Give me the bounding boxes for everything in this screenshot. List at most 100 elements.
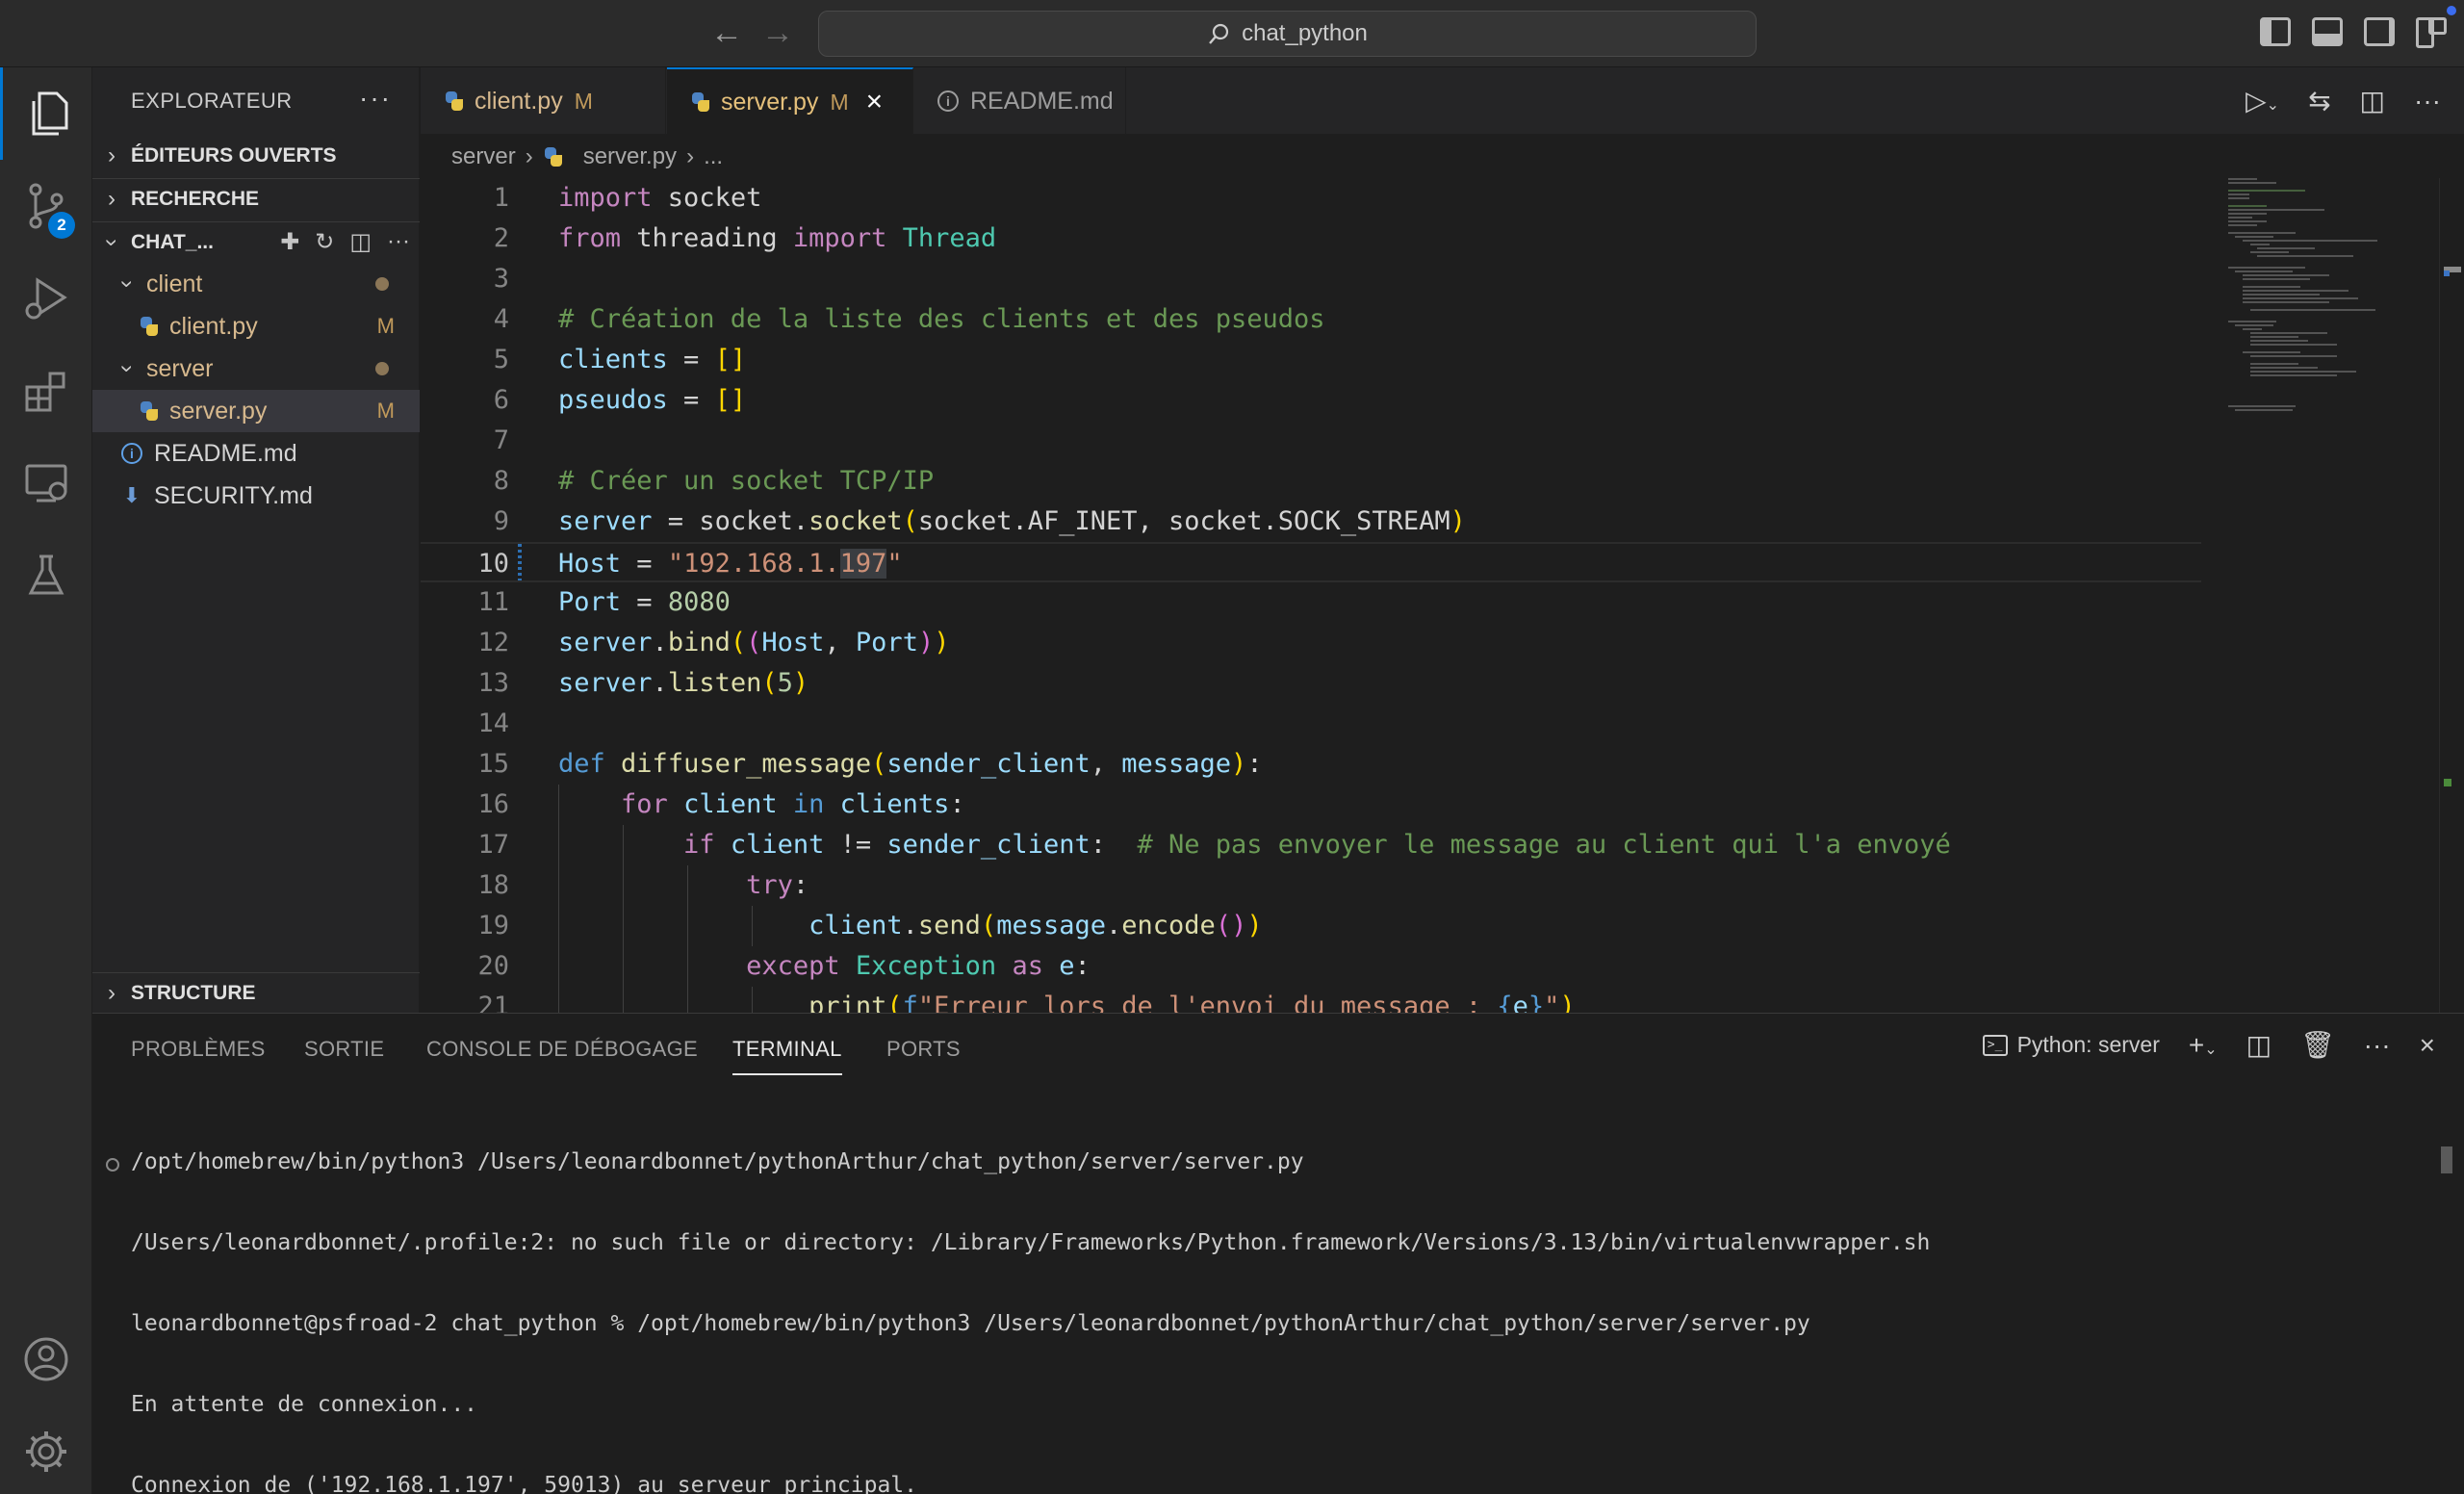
- more-actions-icon[interactable]: ···: [2364, 1030, 2391, 1061]
- section-outline[interactable]: › STRUCTURE: [92, 972, 420, 1013]
- section-search[interactable]: › RECHERCHE: [92, 178, 420, 219]
- panel-tab-debug-console[interactable]: CONSOLE DE DÉBOGAGE: [426, 1037, 698, 1062]
- panel-tab-terminal[interactable]: TERMINAL: [732, 1037, 842, 1075]
- extensions-icon: [25, 372, 65, 412]
- tree-file-security[interactable]: ⬇ SECURITY.md: [92, 475, 420, 517]
- tree-folder-server[interactable]: › server: [92, 348, 420, 390]
- command-center-search[interactable]: chat_python: [818, 11, 1757, 57]
- line-number: 10: [477, 549, 509, 579]
- code-text: Host = "192.168.1.197": [558, 549, 903, 579]
- tab-readme[interactable]: i README.md: [914, 67, 1126, 135]
- layout-controls: [2260, 17, 2447, 48]
- activity-extensions[interactable]: [0, 345, 92, 437]
- download-icon: ⬇: [122, 483, 141, 507]
- tab-modified-indicator: M: [574, 88, 593, 114]
- tree-folder-client[interactable]: › client: [92, 263, 420, 305]
- code-editor[interactable]: 1 import socket 2 from threading import Th…: [421, 178, 2201, 1013]
- code-line: 9 server = socket.socket(socket.AF_INET, …: [421, 502, 2201, 542]
- terminal-line: Connexion de ('192.168.1.197', 59013) au…: [131, 1473, 917, 1494]
- python-file-icon: [543, 146, 564, 167]
- explorer-more-button[interactable]: ···: [359, 83, 392, 114]
- tab-label: server.py: [721, 88, 819, 116]
- line-number: 5: [493, 345, 509, 374]
- activity-manage[interactable]: [0, 1405, 92, 1494]
- panel-tab-problems[interactable]: PROBLÈMES: [131, 1037, 266, 1062]
- toggle-primary-sidebar-icon[interactable]: [2260, 17, 2291, 46]
- activity-testing[interactable]: [0, 529, 92, 622]
- code-line: 17 if client != sender_client: # Ne pas …: [421, 825, 2201, 865]
- tree-item-label: client.py: [169, 312, 258, 340]
- terminal-output[interactable]: /opt/homebrew/bin/python3 /Users/leonard…: [131, 1095, 2345, 1494]
- modified-status: M: [376, 399, 395, 423]
- tree-file-client-py[interactable]: client.py M: [92, 305, 420, 348]
- activity-accounts[interactable]: [0, 1313, 92, 1405]
- line-number: 20: [477, 951, 509, 981]
- more-icon[interactable]: ···: [387, 228, 410, 256]
- split-editor-icon[interactable]: ◫: [2360, 85, 2385, 116]
- code-text: server.listen(5): [558, 668, 809, 698]
- line-number: 16: [477, 789, 509, 819]
- minimap[interactable]: [2223, 178, 2416, 486]
- more-actions-icon[interactable]: ···: [2414, 86, 2441, 116]
- code-text: client.send(message.encode()): [808, 911, 1263, 940]
- close-panel-icon[interactable]: ×: [2420, 1030, 2435, 1061]
- code-text: for client in clients:: [621, 789, 965, 819]
- line-number: 21: [477, 992, 509, 1013]
- breadcrumb-file[interactable]: server.py: [583, 143, 677, 170]
- code-line: 4 # Création de la liste des clients et d…: [421, 299, 2201, 340]
- activity-run-debug[interactable]: [0, 252, 92, 345]
- code-text: except Exception as e:: [746, 951, 1091, 981]
- new-file-icon[interactable]: ✚: [280, 228, 299, 256]
- breadcrumb-folder[interactable]: server: [451, 143, 516, 170]
- line-number: 2: [493, 223, 509, 253]
- terminal-icon: >_: [1982, 1034, 2008, 1056]
- terminal-selector[interactable]: >_ Python: server: [1982, 1032, 2160, 1058]
- chevron-right-icon: ›: [108, 185, 116, 212]
- tab-client-py[interactable]: client.py M: [421, 67, 666, 135]
- tree-file-readme[interactable]: i README.md: [92, 432, 420, 475]
- tab-label: client.py: [475, 87, 563, 115]
- chevron-down-icon: ›: [115, 280, 141, 288]
- terminal-line: En attente de connexion...: [131, 1392, 478, 1417]
- activity-remote-explorer[interactable]: [0, 437, 92, 529]
- section-open-editors[interactable]: › ÉDITEURS OUVERTS: [92, 136, 420, 176]
- panel-tab-output[interactable]: SORTIE: [304, 1037, 384, 1062]
- panel-tab-ports[interactable]: PORTS: [886, 1037, 961, 1062]
- arrow-left-icon[interactable]: ←: [707, 13, 746, 52]
- command-decoration-icon[interactable]: [106, 1158, 119, 1172]
- explorer-title: EXPLORATEUR: [131, 89, 293, 113]
- trash-icon[interactable]: 🗑: [2300, 1029, 2335, 1061]
- arrow-right-icon[interactable]: →: [758, 13, 797, 52]
- code-text: clients = []: [558, 345, 747, 374]
- tree-file-server-py[interactable]: server.py M: [92, 390, 420, 432]
- code-line: 13 server.listen(5): [421, 663, 2201, 704]
- compare-changes-icon[interactable]: ⇆: [2308, 85, 2330, 116]
- activity-explorer[interactable]: [0, 67, 92, 160]
- breadcrumb-more[interactable]: ...: [704, 143, 723, 170]
- customize-layout-icon[interactable]: [2416, 17, 2447, 48]
- collapse-all-icon[interactable]: ◫: [349, 228, 372, 256]
- editor-scrollbar[interactable]: [2439, 178, 2464, 1013]
- editor-actions: ▷⌄ ⇆ ◫ ···: [2246, 85, 2441, 116]
- dirty-diff-indicator[interactable]: [518, 544, 522, 580]
- split-terminal-icon[interactable]: ◫: [2246, 1029, 2272, 1061]
- breadcrumb: server › server.py › ...: [421, 136, 2249, 178]
- refresh-icon[interactable]: ↻: [315, 228, 334, 256]
- tab-server-py[interactable]: server.py M ×: [667, 67, 913, 135]
- close-icon[interactable]: ×: [866, 86, 884, 118]
- activity-source-control[interactable]: 2: [0, 160, 92, 252]
- toggle-secondary-sidebar-icon[interactable]: [2364, 17, 2395, 46]
- toggle-panel-icon[interactable]: [2312, 17, 2343, 46]
- code-line: 1 import socket: [421, 178, 2201, 219]
- code-text: server = socket.socket(socket.AF_INET, s…: [558, 506, 1466, 536]
- explorer-sidebar: EXPLORATEUR ··· › ÉDITEURS OUVERTS › REC…: [92, 67, 420, 1013]
- new-terminal-icon[interactable]: +⌄: [2189, 1030, 2218, 1061]
- section-workspace[interactable]: › CHAT_... ✚ ↻ ◫ ···: [92, 221, 420, 262]
- run-icon[interactable]: ▷⌄: [2246, 85, 2279, 116]
- tree-item-label: server: [146, 354, 214, 382]
- code-text: # Créer un socket TCP/IP: [558, 466, 935, 496]
- terminal-line: /opt/homebrew/bin/python3 /Users/leonard…: [131, 1149, 1304, 1174]
- line-number: 9: [493, 506, 509, 536]
- run-debug-icon: [25, 277, 67, 320]
- terminal-scrollbar-thumb[interactable]: [2441, 1146, 2452, 1173]
